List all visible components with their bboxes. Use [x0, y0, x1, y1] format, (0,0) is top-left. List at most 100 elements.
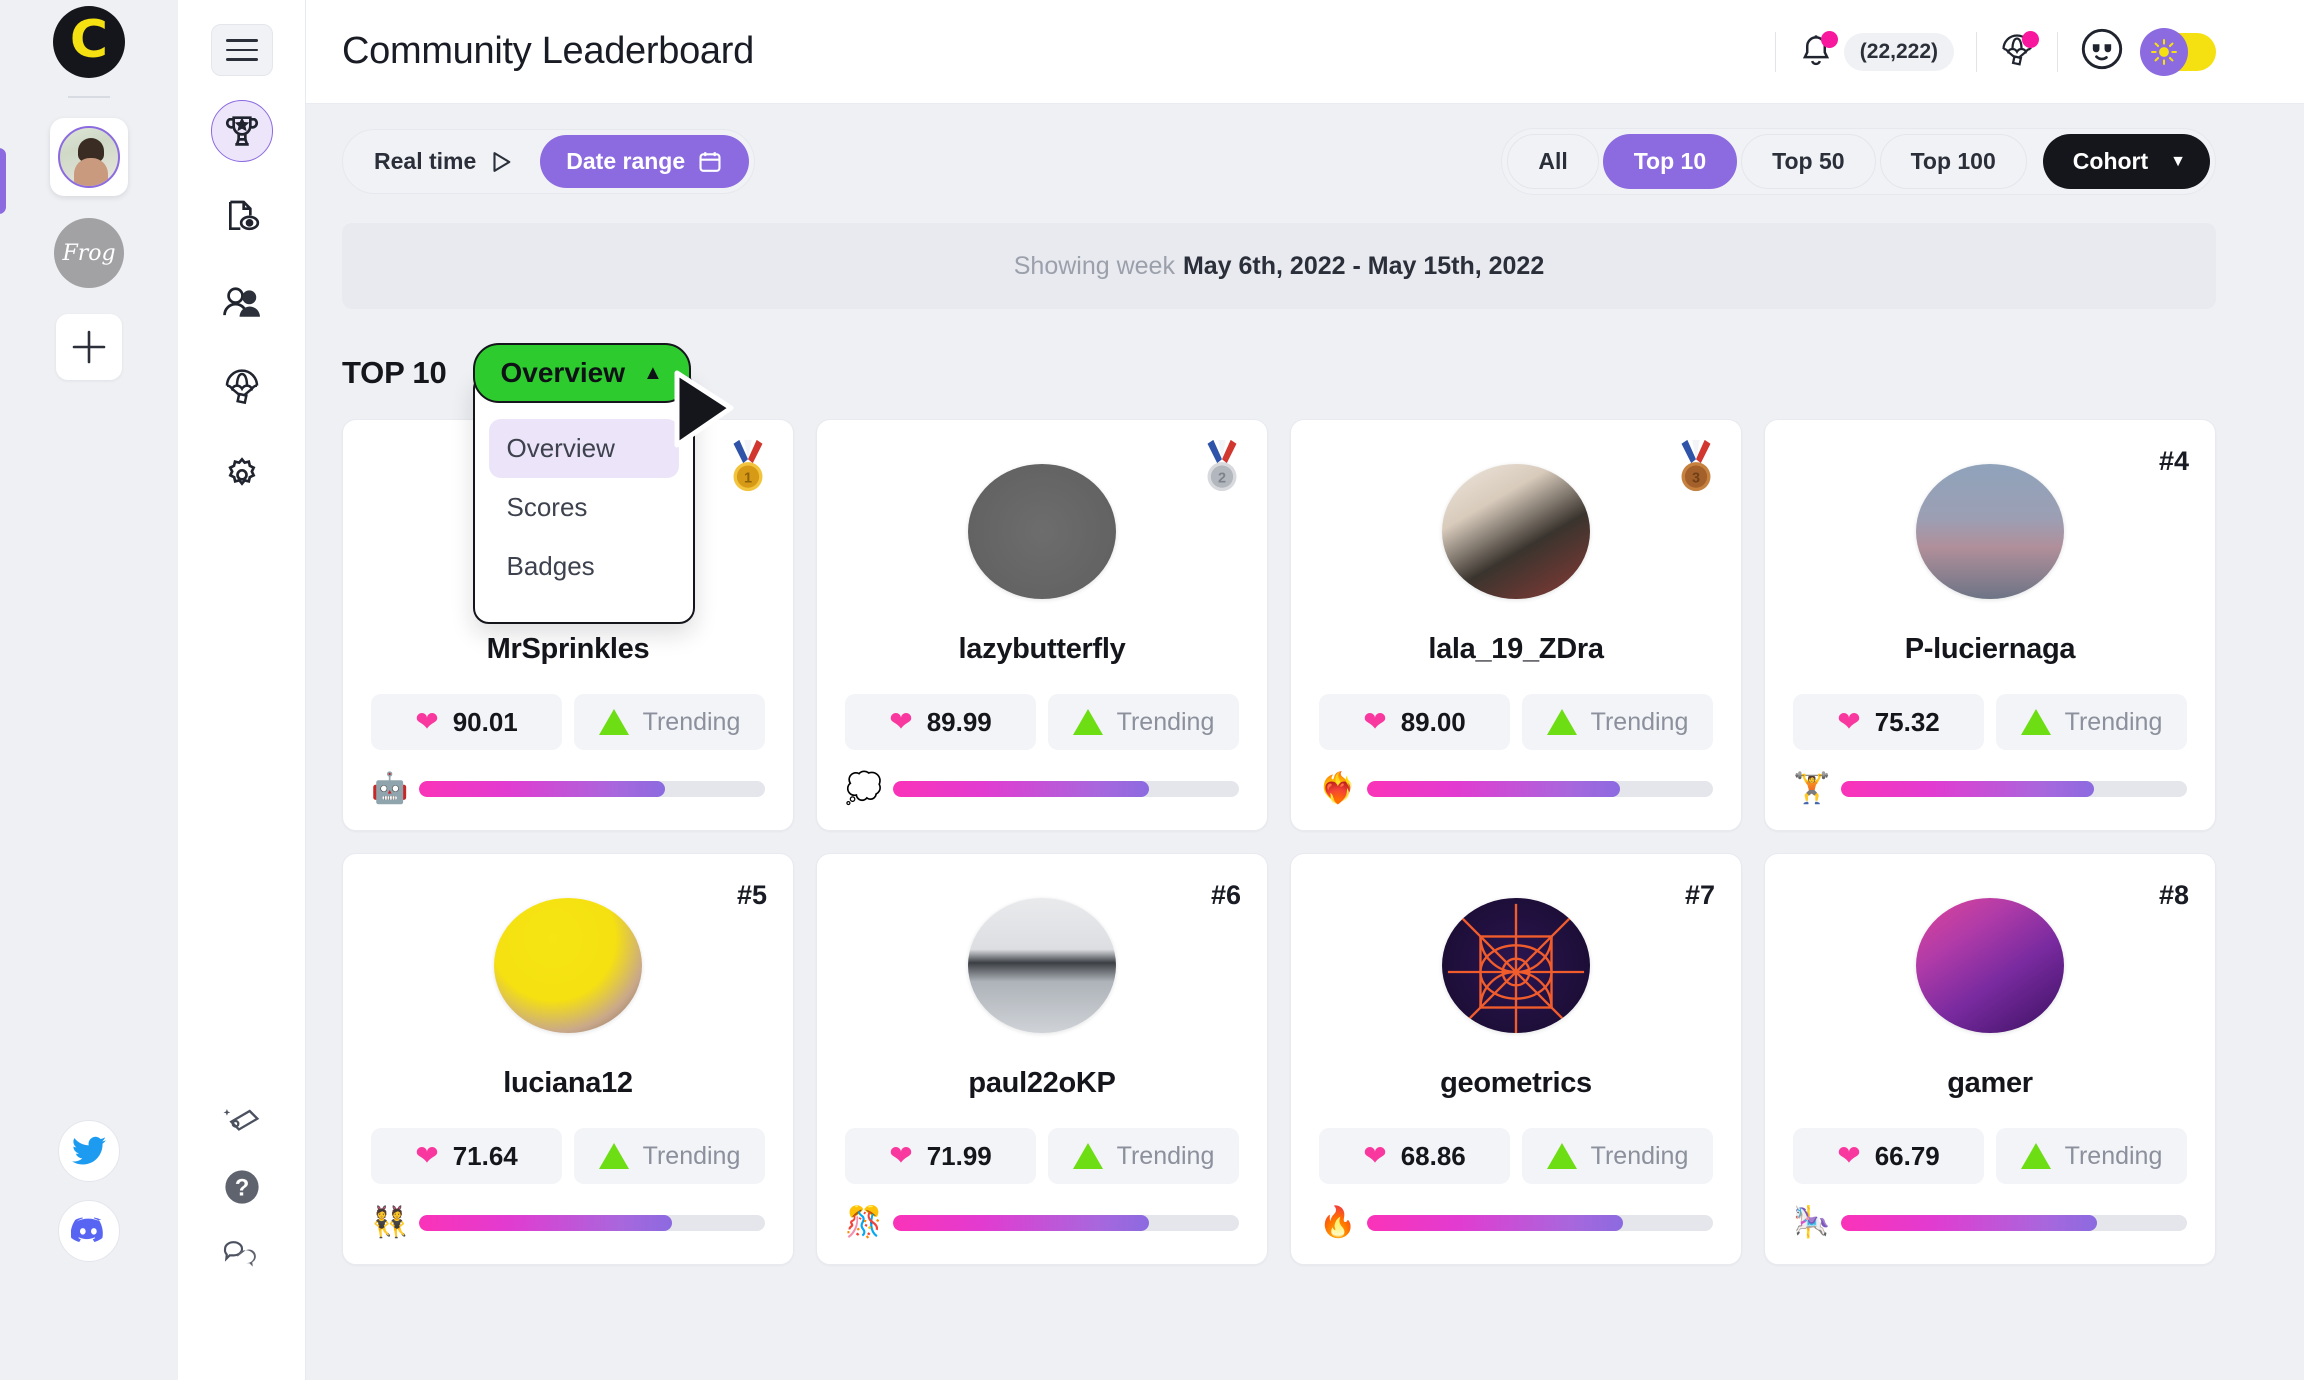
discord-button[interactable] — [58, 1200, 120, 1262]
badge-emoji-icon: 🔥 — [1319, 1206, 1357, 1239]
cohort-dropdown[interactable]: Cohort ▼ — [2042, 134, 2210, 189]
username: MrSprinkles — [486, 633, 650, 665]
heart-icon: ❤ — [1837, 1140, 1861, 1171]
notifications-button[interactable]: (22,222) — [1798, 30, 1954, 71]
card-stats: ❤ 75.32 Trending — [1793, 694, 2187, 750]
view-option-scores[interactable]: Scores — [489, 478, 679, 537]
trending-up-icon — [2020, 1143, 2051, 1169]
leaderboard-card[interactable]: #4 P-luciernaga ❤ 75.32 Trending 🏋️ — [1764, 419, 2216, 831]
trend-stat: Trending — [1996, 694, 2187, 750]
leaderboard-card[interactable]: #7 geometrics ❤ 68.86 Trending 🔥 — [1290, 853, 1742, 1265]
theme-toggle[interactable] — [2140, 27, 2216, 76]
sidebar-item-leaderboard[interactable] — [210, 100, 273, 162]
workspace-personal[interactable] — [50, 118, 128, 196]
trophy-icon — [225, 116, 258, 146]
score-value: 68.86 — [1400, 1140, 1466, 1171]
trending-up-icon — [598, 709, 629, 735]
score-value: 90.01 — [452, 706, 518, 737]
username: luciana12 — [503, 1067, 633, 1099]
heart-icon: ❤ — [1363, 706, 1387, 737]
leaderboard-card[interactable]: #5 luciana12 ❤ 71.64 Trending 👯 — [342, 853, 794, 1265]
discord-icon — [71, 1217, 103, 1243]
sidebar-item-members[interactable] — [211, 272, 273, 334]
calendar-icon — [699, 151, 721, 172]
airdrop-button[interactable] — [1999, 30, 2039, 71]
menu-toggle-button[interactable] — [210, 24, 273, 76]
sidebar-item-airdrops[interactable] — [211, 358, 273, 420]
progress-row: 🤖 — [371, 774, 765, 804]
scope-top100-button[interactable]: Top 100 — [1879, 134, 2027, 189]
card-stats: ❤ 90.01 Trending — [371, 694, 765, 750]
view-option-badges[interactable]: Badges — [489, 537, 679, 596]
leaderboard-card[interactable]: 3 lala_19_ZDra ❤ 89.00 Trending ❤️‍🔥 — [1290, 419, 1742, 831]
gear-icon — [227, 457, 255, 486]
leaderboard-card[interactable]: #6 paul22oKP ❤ 71.99 Trending 🎊 — [816, 853, 1268, 1265]
leaderboard-card[interactable]: #8 gamer ❤ 66.79 Trending 🎠 — [1764, 853, 2216, 1265]
avatar — [1442, 898, 1590, 1033]
sidebar-item-reports[interactable] — [211, 186, 273, 248]
view-dropdown-menu: Overview Scores Badges — [472, 373, 695, 624]
badge-emoji-icon: ❤️‍🔥 — [1319, 772, 1357, 805]
scope-all-button[interactable]: All — [1507, 134, 1599, 189]
profile-button[interactable] — [2080, 27, 2124, 76]
view-dropdown-selected: Overview — [500, 357, 626, 388]
heart-icon: ❤ — [1363, 1140, 1387, 1171]
parachute-icon — [225, 369, 258, 405]
view-option-overview[interactable]: Overview — [488, 419, 679, 478]
leaderboard-card[interactable]: 2 lazybutterfly ❤ 89.99 Trending 💭 — [816, 419, 1268, 831]
daterange-button[interactable]: Date range — [540, 135, 750, 188]
scope-top50-button[interactable]: Top 50 — [1741, 134, 1876, 189]
score-stat: ❤ 89.99 — [845, 694, 1036, 750]
chat-button[interactable] — [222, 1237, 262, 1276]
add-workspace-button[interactable] — [56, 314, 122, 380]
workspace-frog[interactable]: Frog — [54, 218, 124, 288]
workspace-rail: C Frog — [0, 0, 178, 1380]
rail-social-links — [58, 1120, 120, 1262]
workspace-frog-label: Frog — [62, 240, 116, 266]
sidebar-item-settings[interactable] — [211, 444, 273, 506]
avatar — [968, 464, 1116, 599]
avatar — [968, 898, 1116, 1033]
rank-badge: #5 — [736, 880, 767, 910]
trending-up-icon — [1546, 709, 1577, 735]
trend-stat: Trending — [1048, 694, 1239, 750]
twitter-button[interactable] — [58, 1120, 120, 1182]
heart-icon: ❤ — [889, 706, 913, 737]
card-stats: ❤ 89.99 Trending — [845, 694, 1239, 750]
score-value: 71.64 — [452, 1140, 518, 1171]
top-bar-actions: (22,222) — [1753, 27, 2216, 76]
burger-line — [225, 58, 258, 61]
heart-icon: ❤ — [889, 1140, 913, 1171]
help-button[interactable]: ? — [223, 1168, 261, 1211]
heart-icon: ❤ — [415, 1140, 439, 1171]
trend-stat: Trending — [1522, 1128, 1713, 1184]
realtime-button[interactable]: Real time — [348, 135, 540, 188]
airdrop-badge-dot — [2022, 30, 2039, 48]
rank-badge: #8 — [2158, 880, 2189, 910]
scope-top10-button[interactable]: Top 10 — [1602, 134, 1738, 189]
score-stat: ❤ 71.64 — [371, 1128, 562, 1184]
progress-track — [419, 781, 765, 797]
rank-badge: #7 — [1684, 880, 1715, 910]
document-eye-icon — [228, 200, 259, 231]
username: lala_19_ZDra — [1428, 633, 1604, 665]
card-stats: ❤ 71.99 Trending — [845, 1128, 1239, 1184]
score-stat: ❤ 71.99 — [845, 1128, 1036, 1184]
week-prefix: Showing week — [1013, 251, 1175, 280]
geometric-pattern — [1447, 903, 1585, 1033]
score-value: 89.00 — [1400, 706, 1466, 737]
trend-label: Trending — [1590, 1141, 1689, 1170]
card-stats: ❤ 66.79 Trending — [1793, 1128, 2187, 1184]
announcements-button[interactable] — [222, 1105, 262, 1142]
view-dropdown-button[interactable]: Overview ▲ — [472, 343, 691, 403]
medal-bronze-icon: 3 — [1681, 439, 1711, 492]
progress-row: 🎊 — [845, 1208, 1239, 1238]
twitter-icon — [72, 1136, 106, 1165]
plus-icon — [72, 330, 106, 364]
app-logo[interactable]: C — [53, 6, 125, 78]
rank-badge: #6 — [1210, 880, 1241, 910]
rank-badge: #4 — [2158, 446, 2189, 476]
score-stat: ❤ 90.01 — [371, 694, 562, 750]
score-value: 75.32 — [1874, 706, 1940, 737]
progress-row: 👯 — [371, 1208, 765, 1238]
